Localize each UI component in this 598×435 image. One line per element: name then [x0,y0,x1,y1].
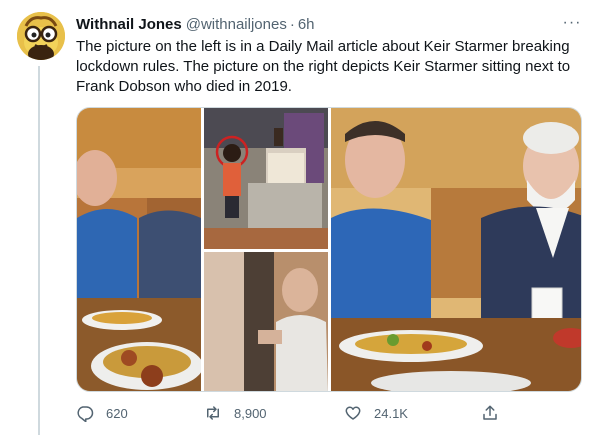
photo-2[interactable] [204,108,328,249]
avatar[interactable] [17,12,65,60]
reply-count: 620 [106,405,128,421]
heart-icon [345,406,361,420]
photo-woman-in-restaurant-kitchen-icon [204,108,328,249]
timestamp[interactable]: 6h [298,16,315,33]
retweet-icon [207,406,219,420]
like-count: 24.1K [374,405,408,421]
photo-4[interactable] [331,108,581,391]
display-name[interactable]: Withnail Jones [76,16,182,33]
avatar-image [17,12,65,60]
like-button[interactable]: 24.1K [344,401,408,425]
tweet-header: Withnail Jones @withnailjones · 6h ··· [76,13,584,35]
photo-starmer-and-dobson-eating-icon [331,108,581,391]
photo-1[interactable] [77,108,201,391]
photo-blurry-man-in-doorway-icon [204,252,328,391]
thread-line [38,66,40,435]
user-handle[interactable]: @withnailjones [186,16,287,33]
reply-icon [77,406,94,422]
reply-button[interactable]: 620 [76,401,128,425]
retweet-count: 8,900 [234,405,267,421]
photo-man-blue-sweater-eating-icon [77,108,201,391]
media-grid [76,107,582,392]
retweet-button[interactable]: 8,900 [204,401,267,425]
share-button[interactable] [481,401,499,425]
more-options-button[interactable]: ··· [560,11,584,35]
share-icon [483,405,497,420]
separator-dot: · [289,15,295,33]
photo-3[interactable] [204,252,328,391]
more-icon: ··· [562,14,582,31]
tweet-text: The picture on the left is in a Daily Ma… [76,38,571,95]
tweet-actions: 620 8,900 24.1K [76,401,516,425]
